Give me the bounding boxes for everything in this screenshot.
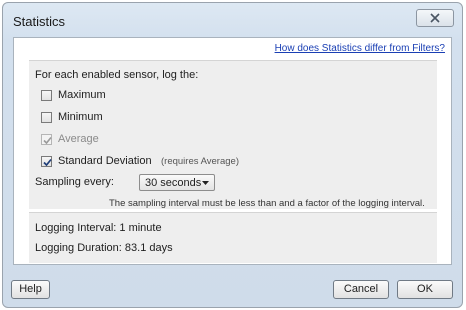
statistics-vs-filters-link[interactable]: How does Statistics differ from Filters? [275, 43, 445, 54]
logging-duration-text: Logging Duration: 83.1 days [35, 242, 173, 254]
log-options-group: For each enabled sensor, log the: Maximu… [29, 60, 437, 209]
cancel-button[interactable]: Cancel [333, 280, 389, 299]
standard-deviation-checkbox[interactable] [41, 156, 52, 167]
requires-average-note: (requires Average) [161, 156, 239, 167]
ok-button[interactable]: OK [397, 280, 453, 299]
check-icon [43, 136, 52, 145]
sampling-interval-select[interactable]: 30 seconds [139, 174, 215, 191]
log-heading: For each enabled sensor, log the: [35, 69, 199, 81]
help-button[interactable]: Help [11, 280, 50, 299]
dialog-title: Statistics [13, 14, 66, 29]
sampling-interval-value: 30 seconds [145, 177, 202, 189]
close-button[interactable] [416, 9, 454, 27]
minimum-label[interactable]: Minimum [58, 111, 103, 123]
logging-info-panel: Logging Interval: 1 minute Logging Durat… [29, 212, 437, 263]
content-panel: How does Statistics differ from Filters?… [13, 37, 452, 265]
check-icon [43, 158, 52, 167]
sampling-hint: The sampling interval must be less than … [109, 198, 425, 209]
statistics-dialog: Statistics How does Statistics differ fr… [2, 2, 463, 308]
maximum-label[interactable]: Maximum [58, 89, 106, 101]
close-x-icon [430, 13, 440, 23]
minimum-checkbox[interactable] [41, 112, 52, 123]
chevron-down-icon [202, 181, 209, 185]
maximum-checkbox[interactable] [41, 90, 52, 101]
logging-interval-text: Logging Interval: 1 minute [35, 222, 162, 234]
sampling-label: Sampling every: [35, 176, 114, 188]
average-label: Average [58, 133, 99, 145]
average-checkbox [41, 134, 52, 145]
title-bar: Statistics [3, 3, 462, 39]
standard-deviation-label[interactable]: Standard Deviation [58, 155, 152, 167]
